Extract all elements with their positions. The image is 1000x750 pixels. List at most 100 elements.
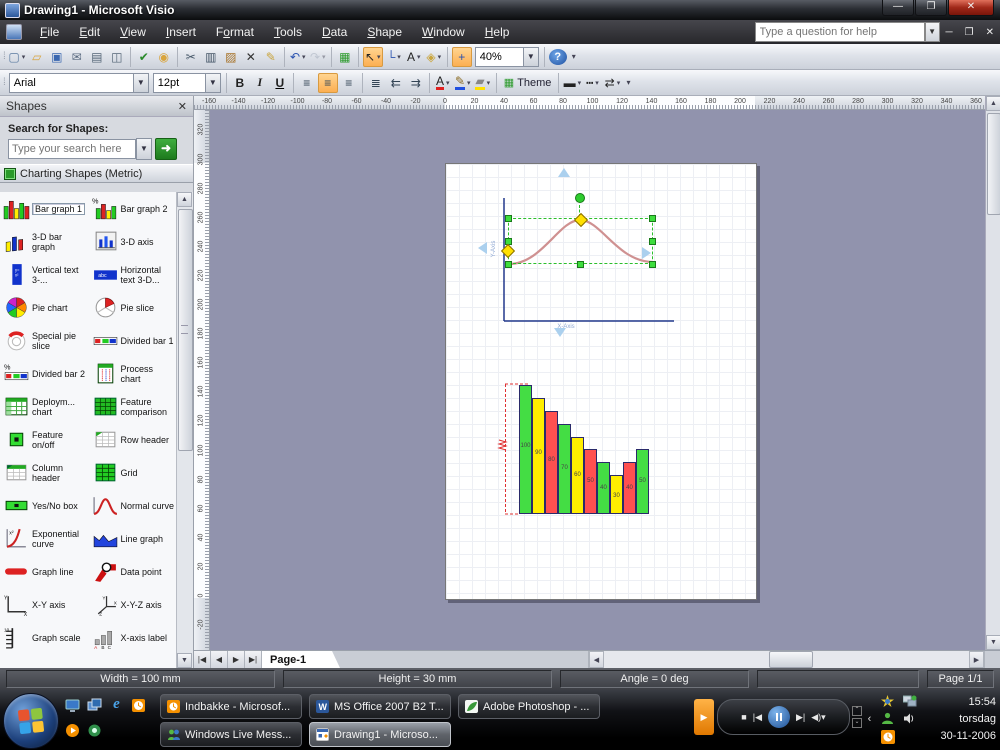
switch-windows-icon[interactable] xyxy=(86,697,103,714)
selection-handle[interactable] xyxy=(505,261,512,268)
pointer-tool-button[interactable]: ↖▾ xyxy=(363,47,383,67)
shape-normal-curve[interactable]: Normal curve xyxy=(89,489,178,522)
print-button[interactable]: ▤ xyxy=(88,48,106,66)
shape-feature-onoff[interactable]: Feature on/off xyxy=(0,423,89,456)
shape-graph-line[interactable]: Graph line xyxy=(0,555,89,588)
menu-help[interactable]: Help xyxy=(475,22,520,42)
shape-axis-3d[interactable]: 3-D axis xyxy=(89,225,178,258)
scroll-down-icon[interactable]: ▼ xyxy=(986,635,1000,650)
bar-segment[interactable] xyxy=(519,385,532,514)
volume-icon[interactable] xyxy=(902,711,917,726)
open-button[interactable]: ▱ xyxy=(28,48,46,66)
shape-special-pie-slice[interactable]: Special pie slice xyxy=(0,324,89,357)
rotation-handle[interactable] xyxy=(575,193,585,203)
bold-button[interactable]: B xyxy=(231,74,249,92)
pan-zoom-button[interactable]: + xyxy=(452,47,472,67)
menu-data[interactable]: Data xyxy=(312,22,357,42)
scroll-up-icon[interactable]: ▲ xyxy=(177,192,192,207)
zoom-combo[interactable]: 40%▼ xyxy=(475,47,539,67)
scroll-up-icon[interactable]: ▲ xyxy=(986,96,1000,111)
decrease-indent-button[interactable]: ⇇ xyxy=(387,74,405,92)
shape-divided-bar-1[interactable]: Divided bar 1 xyxy=(89,324,178,357)
delete-button[interactable]: ✕ xyxy=(242,48,260,66)
tray-clock-app-icon[interactable] xyxy=(880,729,895,744)
underline-button[interactable]: U xyxy=(271,74,289,92)
help-button[interactable]: ? xyxy=(549,49,567,65)
toolbar-grip[interactable]: ⁞ xyxy=(3,51,4,62)
drawing-page[interactable]: Y-Axis X-Axis 100908070605040304050 xyxy=(445,163,757,600)
search-dropdown-icon[interactable]: ▼ xyxy=(136,138,152,160)
shape-feature-comparison[interactable]: Feature comparison xyxy=(89,390,178,423)
shape-x-axis-label[interactable]: ABCX-axis label xyxy=(89,621,178,654)
scrollbar-thumb[interactable] xyxy=(987,113,1000,215)
menu-window[interactable]: Window xyxy=(412,22,475,42)
increase-indent-button[interactable]: ⇉ xyxy=(407,74,425,92)
media-center-icon[interactable] xyxy=(86,722,103,739)
shape-bar-graph-1[interactable]: Bar graph 1 xyxy=(0,192,89,225)
shape-deployment-chart[interactable]: Deploym... chart xyxy=(0,390,89,423)
mdi-close-button[interactable]: ✕ xyxy=(980,27,1000,38)
wmp-expand-buttons[interactable]: ⌃⌄ xyxy=(852,706,862,728)
taskbar-button-messenger[interactable]: Windows Live Mess... xyxy=(160,722,302,747)
autoconnect-up-icon[interactable] xyxy=(558,168,570,177)
shape-line-graph[interactable]: Line graph xyxy=(89,522,178,555)
shape-grid[interactable]: Grid xyxy=(89,456,178,489)
search-go-button[interactable]: ➜ xyxy=(155,138,177,160)
horizontal-scrollbar[interactable]: ◀ ▶ xyxy=(588,651,984,668)
scrollbar-thumb[interactable] xyxy=(769,651,813,668)
wmp-previous-button[interactable]: |◀ xyxy=(753,712,762,723)
selection-handle[interactable] xyxy=(649,215,656,222)
font-color-button[interactable]: A▾ xyxy=(434,74,452,92)
line-weight-button[interactable]: ▬▾ xyxy=(563,74,581,92)
menu-file[interactable]: File xyxy=(30,22,69,42)
menu-edit[interactable]: Edit xyxy=(69,22,110,42)
wmp-volume-button[interactable]: ◀)▾ xyxy=(811,712,825,723)
align-left-button[interactable]: ≡ xyxy=(298,74,316,92)
menu-view[interactable]: View xyxy=(110,22,156,42)
internet-explorer-icon[interactable]: e xyxy=(108,696,125,713)
connector-tool-button[interactable]: └▾ xyxy=(385,48,403,66)
scroll-right-icon[interactable]: ▶ xyxy=(969,651,984,668)
undo-button[interactable]: ↶▾ xyxy=(289,48,307,66)
scroll-left-icon[interactable]: ◀ xyxy=(589,651,604,668)
show-desktop-icon[interactable] xyxy=(64,697,81,714)
wmp-next-button[interactable]: ▶| xyxy=(796,712,805,723)
first-page-button[interactable]: |◀ xyxy=(194,651,211,668)
research-button[interactable]: ◉ xyxy=(155,48,173,66)
shape-data-point[interactable]: Data point xyxy=(89,555,178,588)
shapes-scrollbar[interactable]: ▲ ▼ xyxy=(176,192,193,668)
restore-button[interactable]: ❐ xyxy=(915,0,947,16)
clock[interactable]: 15:54 torsdag 30-11-2006 xyxy=(930,694,1000,745)
shape-bar-graph-2[interactable]: %Bar graph 2 xyxy=(89,192,178,225)
help-question-input[interactable] xyxy=(755,22,925,42)
copy-button[interactable]: ▥ xyxy=(202,48,220,66)
autoconnect-right-icon[interactable] xyxy=(642,247,651,259)
font-size-combo[interactable]: 12pt▼ xyxy=(153,73,221,93)
mail-button[interactable]: ✉ xyxy=(68,48,86,66)
close-button[interactable]: ✕ xyxy=(948,0,994,16)
cut-button[interactable]: ✂ xyxy=(182,48,200,66)
shape-process-chart[interactable]: Process chart xyxy=(89,357,178,390)
line-pattern-button[interactable]: ┅▾ xyxy=(583,74,601,92)
selection-handle[interactable] xyxy=(649,261,656,268)
line-ends-button[interactable]: ⇄▾ xyxy=(603,74,621,92)
shape-yesno-box[interactable]: Yes/No box xyxy=(0,489,89,522)
start-button[interactable] xyxy=(3,693,59,749)
mdi-restore-button[interactable]: ❐ xyxy=(959,27,980,38)
menu-tools[interactable]: Tools xyxy=(264,22,312,42)
messenger-status-icon[interactable] xyxy=(880,711,895,726)
minimize-button[interactable]: — xyxy=(882,0,914,16)
last-page-button[interactable]: ▶| xyxy=(245,651,262,668)
drawing-canvas[interactable]: Y-Axis X-Axis 100908070605040304050 xyxy=(210,110,985,650)
previous-page-button[interactable]: ◀ xyxy=(211,651,228,668)
media-player-icon[interactable] xyxy=(64,722,81,739)
shape-vertical-text[interactable]: y=x²Vertical text 3-... xyxy=(0,258,89,291)
shape-column-header[interactable]: Column header xyxy=(0,456,89,489)
shapes-window-button[interactable]: ▦ xyxy=(336,48,354,66)
shape-xy-axis[interactable]: YXX-Y axis xyxy=(0,588,89,621)
outlook-quicklaunch-icon[interactable] xyxy=(130,697,147,714)
vertical-scrollbar[interactable]: ▲ ▼ xyxy=(985,96,1000,650)
taskbar-button-word[interactable]: WMS Office 2007 B2 T... xyxy=(309,694,451,719)
autoconnect-left-icon[interactable] xyxy=(478,242,487,254)
shape-exponential-curve[interactable]: x²Exponential curve xyxy=(0,522,89,555)
